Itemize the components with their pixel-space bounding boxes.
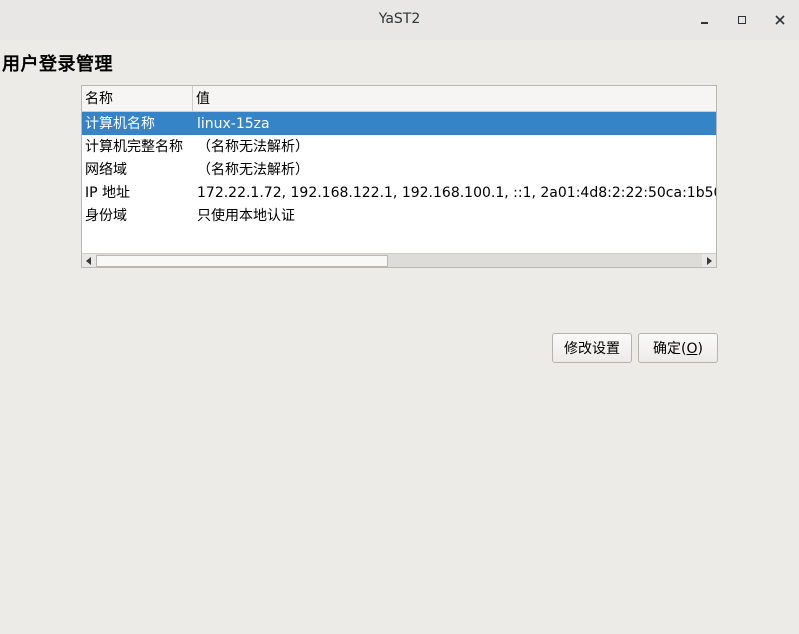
info-table[interactable]: 名称 值 计算机名称 linux-15za 计算机完整名称 （名称无法解析） 网… (81, 85, 717, 268)
table-row-ip-address[interactable]: IP 地址 172.22.1.72, 192.168.122.1, 192.16… (82, 181, 716, 204)
modify-settings-button[interactable]: 修改设置 (552, 333, 632, 363)
scroll-thumb[interactable] (96, 255, 388, 267)
minimize-icon (700, 22, 708, 24)
row-name: IP 地址 (85, 185, 131, 201)
row-name: 计算机名称 (85, 116, 155, 132)
yast-window: YaST2 用户登录管理 名称 值 计算机名称 linux-15za 计算机完整… (0, 0, 799, 634)
table-row-domain[interactable]: 网络域 （名称无法解析） (82, 158, 716, 181)
scroll-left-button[interactable] (82, 254, 95, 267)
maximize-button[interactable] (732, 10, 752, 30)
row-name: 身份域 (85, 208, 127, 224)
table-body: 计算机名称 linux-15za 计算机完整名称 （名称无法解析） 网络域 （名… (82, 112, 716, 253)
row-name: 计算机完整名称 (85, 139, 183, 155)
table-row-identity-domain[interactable]: 身份域 只使用本地认证 (82, 204, 716, 227)
title-bar[interactable]: YaST2 (0, 0, 799, 40)
page-title: 用户登录管理 (2, 54, 113, 75)
column-header-name[interactable]: 名称 (82, 86, 193, 111)
row-value: 只使用本地认证 (197, 208, 295, 224)
maximize-icon (738, 16, 746, 24)
horizontal-scrollbar[interactable] (82, 253, 716, 267)
close-icon (775, 15, 785, 25)
window-title: YaST2 (378, 11, 421, 27)
close-button[interactable] (770, 10, 790, 30)
column-header-value[interactable]: 值 (193, 86, 716, 111)
ok-button[interactable]: 确定(O) (638, 333, 718, 363)
arrow-left-icon (86, 256, 91, 265)
row-value: （名称无法解析） (197, 139, 309, 155)
ok-mnemonic: O (686, 341, 698, 357)
table-row-fqdn[interactable]: 计算机完整名称 （名称无法解析） (82, 135, 716, 158)
table-row-hostname[interactable]: 计算机名称 linux-15za (82, 112, 716, 135)
row-name: 网络域 (85, 162, 127, 178)
row-value: linux-15za (197, 116, 270, 132)
scroll-right-button[interactable] (703, 254, 716, 267)
ok-label-prefix: 确定( (653, 341, 687, 357)
row-value: 172.22.1.72, 192.168.122.1, 192.168.100.… (197, 185, 716, 201)
table-header: 名称 值 (82, 86, 716, 112)
arrow-right-icon (707, 256, 712, 265)
minimize-button[interactable] (694, 10, 714, 30)
ok-label-suffix: ) (697, 341, 703, 357)
row-value: （名称无法解析） (197, 162, 309, 178)
